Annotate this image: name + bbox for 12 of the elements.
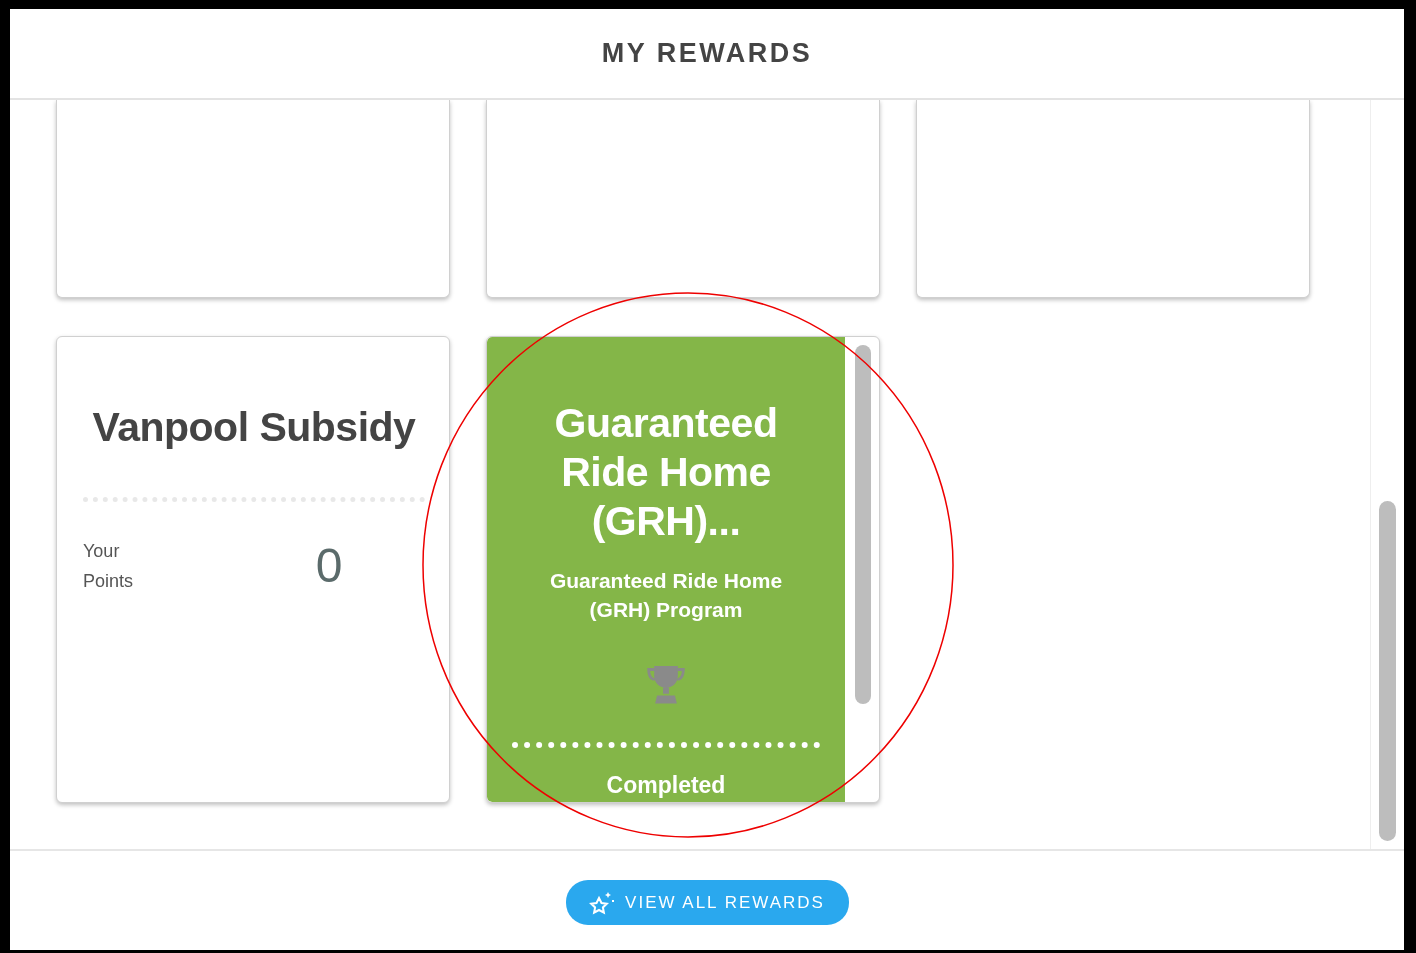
scrollbar-thumb[interactable] — [1379, 501, 1396, 841]
page-title: MY REWARDS — [601, 37, 813, 71]
scrollbar-thumb[interactable] — [855, 345, 871, 704]
trophy-icon — [645, 664, 687, 704]
card-title: Vanpool Subsidy — [91, 403, 417, 452]
card-subtitle: Guaranteed Ride Home (GRH) Program — [548, 568, 784, 623]
card-title: Guaranteed Ride Home (GRH)... — [553, 399, 779, 546]
status-label: Completed — [606, 770, 726, 800]
points-label: Your Points — [83, 539, 135, 593]
points-value: 0 — [315, 538, 343, 592]
sparkle-star-icon — [589, 890, 616, 915]
view-all-rewards-button[interactable]: VIEW ALL REWARDS — [565, 880, 849, 925]
